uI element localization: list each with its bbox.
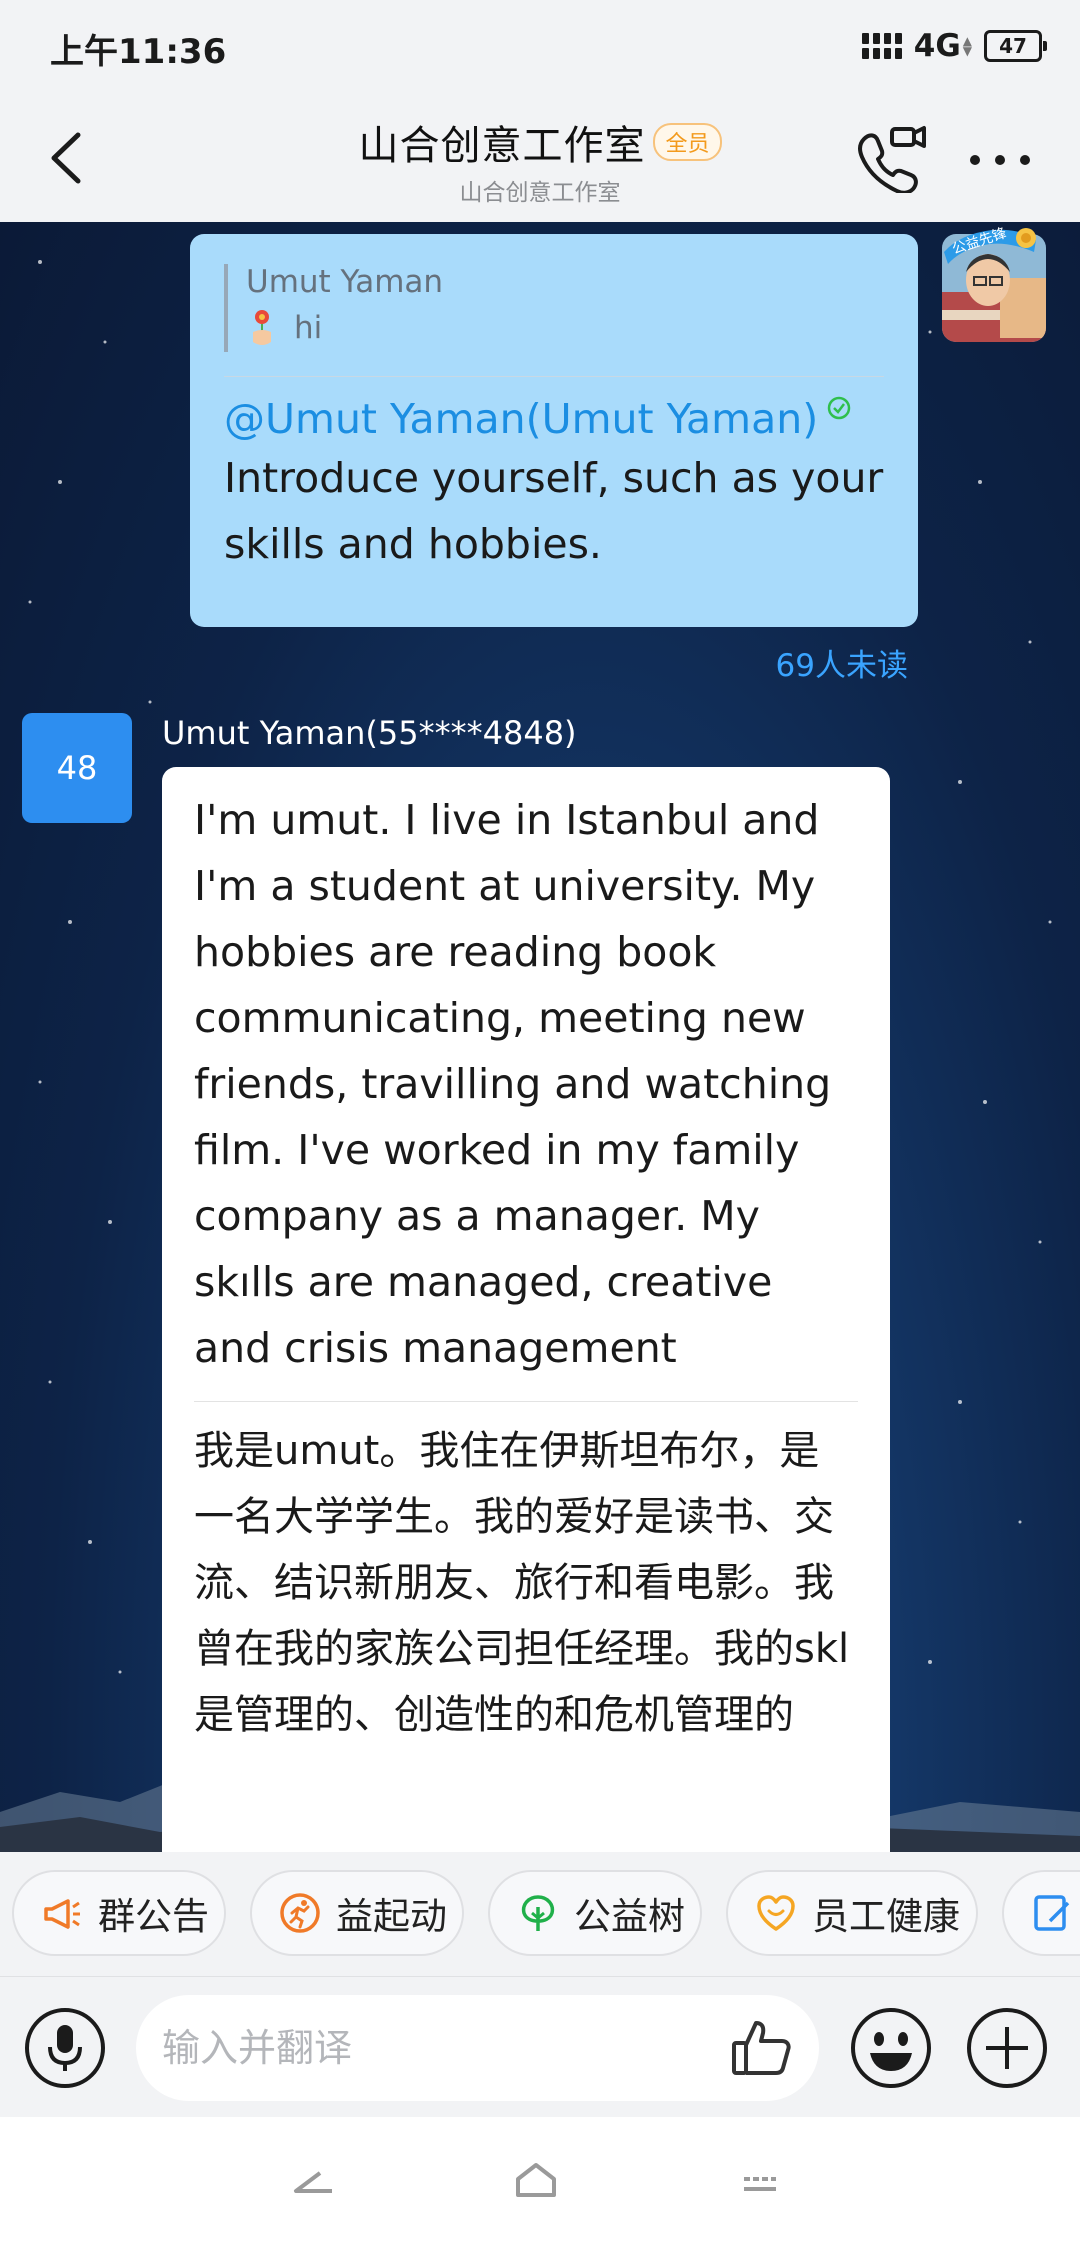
quick-item-more[interactable] — [1002, 1870, 1080, 1956]
group-title: 山合创意工作室 — [358, 123, 646, 169]
video-call-button[interactable] — [850, 123, 930, 195]
status-indicators: 4G ▲ ▼ 47 — [861, 26, 1047, 66]
avatar-photo: 公益先锋 — [942, 225, 1046, 342]
sent-message-bubble[interactable]: Umut Yaman hi @Umut Yaman(Umut Yaman) In… — [190, 234, 918, 627]
more-actions-button[interactable] — [966, 2007, 1048, 2089]
edit-note-icon — [1034, 1895, 1070, 1931]
message-input[interactable] — [136, 1995, 819, 2101]
chat-area[interactable]: Umut Yaman hi @Umut Yaman(Umut Yaman) In… — [0, 222, 1080, 1852]
quote-divider — [224, 376, 884, 377]
nav-home-button[interactable] — [506, 2157, 566, 2207]
tree-icon — [521, 1895, 555, 1931]
voice-input-button[interactable] — [24, 2007, 106, 2089]
quick-item-label: 益起动 — [336, 1895, 447, 1938]
nav-recents-button[interactable] — [730, 2157, 790, 2207]
input-bar — [0, 1977, 1080, 2117]
menu-icon — [744, 2177, 776, 2191]
received-message-bubble[interactable]: I'm umut. I live in Istanbul and I'm a s… — [162, 767, 890, 1852]
status-bar: 上午11:36 4G ▲ ▼ 47 — [0, 0, 1080, 95]
signal-icon — [861, 33, 902, 59]
title-bar: 山合创意工作室 全员 山合创意工作室 — [0, 95, 1080, 223]
quote-text: hi — [294, 310, 323, 346]
translation-divider — [194, 1401, 858, 1402]
system-nav-bar — [0, 2117, 1080, 2248]
quick-item-sports[interactable]: 益起动 — [250, 1870, 464, 1956]
thumbs-up-icon — [732, 2021, 791, 2075]
more-button[interactable] — [965, 135, 1035, 185]
mention-link[interactable]: @Umut Yaman(Umut Yaman) — [224, 395, 818, 443]
megaphone-icon — [44, 1899, 80, 1929]
nav-back-button[interactable] — [282, 2157, 342, 2207]
quick-item-charity-tree[interactable]: 公益树 — [488, 1870, 702, 1956]
flower-hand-icon — [253, 310, 271, 345]
battery-level: 47 — [999, 34, 1027, 58]
sender-name[interactable]: Umut Yaman(55****4848) — [162, 714, 577, 752]
member-badge: 全员 — [653, 123, 722, 161]
plus-circle-icon — [967, 2008, 1047, 2088]
microphone-icon — [25, 2008, 105, 2088]
network-type: 4G — [913, 28, 961, 64]
smiley-icon — [851, 2008, 931, 2088]
translated-text: 我是umut。我住在伊斯坦布尔，是一名大学学生。我的爱好是读书、交流、结识新朋友… — [194, 1428, 850, 1738]
sent-message-text: Introduce yourself, such as your skills … — [224, 454, 884, 568]
quote-author: Umut Yaman — [246, 264, 444, 300]
quick-item-label: 群公告 — [98, 1895, 209, 1938]
quoted-reply[interactable]: Umut Yaman hi — [224, 264, 884, 352]
data-arrows-icon: ▲ ▼ — [962, 34, 972, 58]
heart-icon — [757, 1895, 795, 1931]
sender-avatar[interactable]: 48 — [22, 713, 132, 823]
home-icon — [516, 2163, 556, 2197]
quick-item-announcement[interactable]: 群公告 — [12, 1870, 226, 1956]
emoji-button[interactable] — [850, 2007, 932, 2089]
phone-video-icon — [857, 126, 926, 195]
group-quick-bar: 群公告 益起动 公益树 员工健康 — [0, 1852, 1080, 1977]
like-button[interactable] — [728, 2013, 796, 2081]
battery-icon: 47 — [984, 30, 1047, 62]
quick-item-label: 公益树 — [574, 1895, 685, 1938]
quick-item-employee-health[interactable]: 员工健康 — [726, 1870, 978, 1956]
my-avatar[interactable]: 公益先锋 — [940, 222, 1048, 344]
status-time: 上午11:36 — [50, 32, 227, 72]
read-status[interactable]: 69人未读 — [776, 640, 908, 685]
quick-item-label: 员工健康 — [812, 1895, 960, 1938]
runner-icon — [280, 1893, 320, 1933]
nav-back-icon — [294, 2171, 332, 2193]
received-message-text: I'm umut. I live in Istanbul and I'm a s… — [194, 796, 832, 1372]
read-check-icon — [827, 396, 851, 420]
more-dots-icon — [970, 155, 1030, 165]
